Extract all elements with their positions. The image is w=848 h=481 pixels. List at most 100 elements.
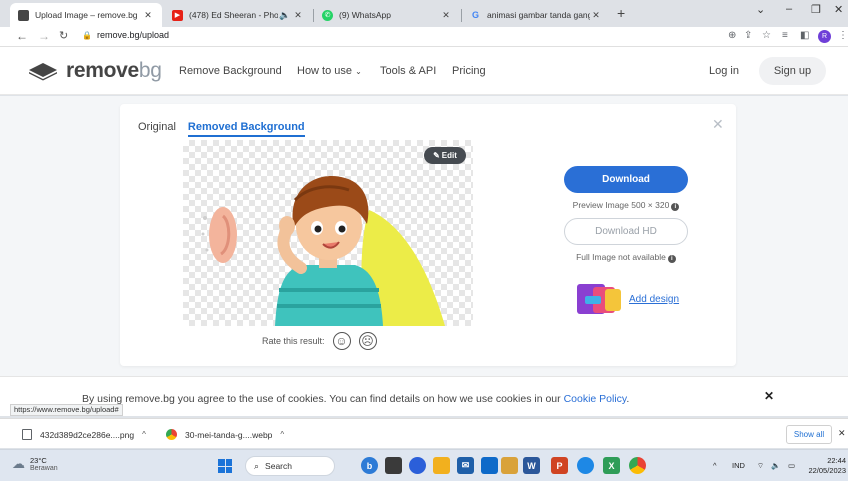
restore-icon[interactable]: ❐ (811, 3, 821, 16)
tab-original[interactable]: Original (138, 121, 176, 137)
word-icon[interactable]: W (523, 457, 540, 474)
result-card: Original Removed Background ✕ ✎ Edit Rat… (120, 104, 736, 366)
tab-search-chevron-icon[interactable]: ⌄ (756, 3, 765, 16)
share-icon[interactable]: ⇪ (744, 30, 752, 41)
edit-button-label: Edit (441, 151, 457, 160)
chevron-up-icon[interactable]: ^ (142, 430, 146, 439)
cookie-policy-link[interactable]: Cookie Policy (564, 393, 627, 405)
temperature: 23°C (30, 456, 47, 465)
mail-icon[interactable]: ✉ (457, 457, 474, 474)
taskbar-app-icon[interactable] (409, 457, 426, 474)
status-url: https://www.remove.bg/upload# (10, 404, 123, 416)
battery-icon[interactable]: ▭ (788, 461, 795, 470)
full-image-note-text: Full Image not available (576, 252, 666, 262)
tab-google[interactable]: G animasi gambar tanda gangguan ✕ (462, 3, 610, 27)
cloud-icon: ☁ (12, 456, 25, 471)
bookmark-star-icon[interactable]: ☆ (762, 30, 771, 41)
rate-result: Rate this result: ☺ ☹ (262, 332, 377, 350)
cookie-banner: By using remove.bg you agree to the use … (0, 376, 848, 416)
close-shelf-icon[interactable]: ✕ (838, 428, 846, 439)
preview-note-text: Preview Image 500 × 320 (572, 200, 670, 210)
chevron-up-icon[interactable]: ^ (280, 430, 284, 439)
download-file-name: 432d389d2ce286e....png (40, 429, 135, 440)
signup-button[interactable]: Sign up (759, 57, 826, 85)
design-thumbnails-icon (577, 284, 623, 314)
reload-icon[interactable]: ↻ (59, 29, 68, 42)
weather-widget[interactable]: ☁ 23°C Berawan (12, 456, 58, 472)
side-panel-icon[interactable]: ◧ (800, 30, 809, 41)
close-window-icon[interactable]: ✕ (834, 3, 843, 16)
file-explorer-icon[interactable] (433, 457, 450, 474)
taskbar-app-icon[interactable] (385, 457, 402, 474)
close-tab-icon[interactable]: ✕ (590, 10, 602, 21)
store-icon[interactable] (481, 457, 498, 474)
browser-tab-strip: Upload Image – remove.bg ✕ ▶ (478) Ed Sh… (0, 0, 848, 27)
tab-title: (9) WhatsApp (339, 10, 391, 20)
chrome-icon[interactable] (629, 457, 646, 474)
edit-button[interactable]: ✎ Edit (424, 147, 466, 164)
lock-icon: 🔒 (82, 30, 92, 40)
close-cookie-icon[interactable]: ✕ (764, 389, 774, 403)
cookie-period: . (626, 393, 630, 405)
tray-chevron-icon[interactable]: ^ (713, 461, 717, 470)
add-design[interactable]: Add design (577, 284, 679, 314)
download-button[interactable]: Download (564, 166, 688, 193)
browser-menu-icon[interactable]: ⋮ (838, 30, 848, 41)
show-all-button[interactable]: Show all (786, 425, 832, 444)
nav-how-to-use[interactable]: How to use ⌄ (297, 65, 362, 77)
taskbar-app-icon[interactable] (501, 457, 518, 474)
tab-removed-background[interactable]: Removed Background (187, 121, 305, 137)
result-image-preview: ✎ Edit (183, 140, 473, 326)
audio-playing-icon[interactable]: 🔈 (278, 10, 292, 21)
tab-title: animasi gambar tanda gangguan (487, 10, 590, 20)
language-indicator[interactable]: IND (732, 461, 745, 470)
nav-remove-background[interactable]: Remove Background (179, 65, 282, 77)
download-item[interactable]: 30-mei-tanda-g....webp ^ (166, 429, 284, 440)
back-icon[interactable]: ← (16, 29, 28, 43)
download-shelf: 432d389d2ce286e....png ^ 30-mei-tanda-g.… (0, 418, 848, 448)
address-bar[interactable]: 🔒 remove.bg/upload (82, 30, 169, 40)
forward-icon[interactable]: → (38, 29, 50, 43)
taskbar-search[interactable]: ⌕ Search (245, 456, 335, 476)
tab-remove-bg[interactable]: Upload Image – remove.bg ✕ (10, 3, 162, 27)
login-link[interactable]: Log in (709, 65, 739, 77)
reading-list-icon[interactable]: ≡ (782, 30, 788, 41)
close-tab-icon[interactable]: ✕ (142, 10, 154, 21)
chevron-down-icon: ⌄ (355, 67, 362, 76)
wifi-icon[interactable]: ⌔ (757, 461, 764, 471)
close-result-icon[interactable]: ✕ (712, 116, 724, 133)
removebg-favicon-icon (18, 9, 29, 21)
info-icon[interactable]: i (667, 255, 676, 263)
excel-icon[interactable]: X (603, 457, 620, 474)
add-design-link[interactable]: Add design (629, 294, 679, 305)
minimize-icon[interactable]: – (786, 3, 792, 15)
logo-diamond-icon (29, 63, 57, 81)
sad-face-icon[interactable]: ☹ (358, 332, 377, 350)
smile-face-icon[interactable]: ☺ (332, 332, 351, 350)
close-tab-icon[interactable]: ✕ (292, 10, 304, 21)
tab-whatsapp[interactable]: ✆ (9) WhatsApp ✕ (314, 3, 460, 27)
full-image-note: Full Image not available i (546, 252, 706, 263)
profile-avatar[interactable]: R (818, 30, 831, 43)
info-icon[interactable]: i (671, 203, 680, 211)
google-lens-icon[interactable]: ⊕ (728, 30, 736, 41)
taskbar-clock[interactable]: 22:44 22/05/2023 (806, 456, 846, 476)
download-hd-button[interactable]: Download HD (564, 218, 688, 245)
removebg-logo[interactable]: removebg (28, 59, 162, 83)
windows-taskbar: ☁ 23°C Berawan ⌕ Search b ✉ W P X ^ IND … (0, 449, 848, 481)
powerpoint-icon[interactable]: P (551, 457, 568, 474)
taskbar-app-icon[interactable]: b (361, 457, 378, 474)
windows-start-icon[interactable] (218, 459, 232, 473)
new-tab-icon[interactable]: + (617, 5, 625, 21)
whatsapp-favicon-icon: ✆ (322, 9, 333, 21)
logo-main-text: remove (66, 59, 139, 82)
edge-icon[interactable] (577, 457, 594, 474)
chrome-file-icon (166, 429, 177, 440)
nav-pricing[interactable]: Pricing (452, 65, 486, 77)
download-item[interactable]: 432d389d2ce286e....png ^ (22, 429, 146, 440)
volume-icon[interactable]: 🔈 (771, 461, 780, 470)
tab-youtube[interactable]: ▶ (478) Ed Sheeran - Photogra 🔈 ✕ (164, 3, 312, 27)
close-tab-icon[interactable]: ✕ (440, 10, 452, 21)
download-file-name: 30-mei-tanda-g....webp (185, 429, 273, 440)
nav-tools-api[interactable]: Tools & API (380, 65, 436, 77)
